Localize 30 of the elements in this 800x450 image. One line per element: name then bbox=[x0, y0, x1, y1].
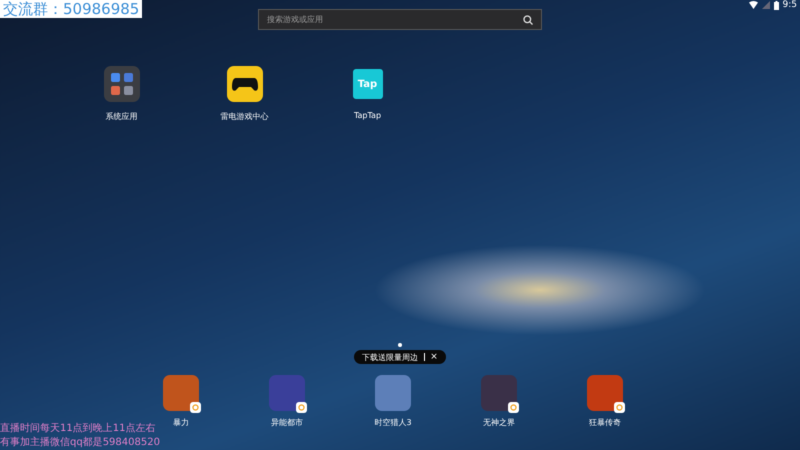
app-label: 系统应用 bbox=[106, 111, 138, 122]
badge-icon bbox=[614, 402, 625, 413]
app-label: 无神之界 bbox=[483, 417, 515, 428]
battery-icon bbox=[774, 0, 779, 10]
badge-icon bbox=[508, 402, 519, 413]
app-label: 雷电游戏中心 bbox=[220, 111, 268, 122]
game-icon[interactable] bbox=[269, 375, 305, 411]
game-icon[interactable] bbox=[163, 375, 199, 411]
close-button[interactable]: × bbox=[424, 353, 438, 361]
folder-icon[interactable] bbox=[104, 66, 140, 102]
app-label: TapTap bbox=[354, 111, 382, 120]
promo-text: 下载送限量周边 bbox=[362, 352, 418, 362]
app-label: 时空猎人3 bbox=[374, 417, 412, 428]
game-icon[interactable] bbox=[481, 375, 517, 411]
wifi-icon bbox=[748, 1, 758, 9]
page-dot[interactable] bbox=[398, 343, 402, 347]
notice-text: 有事加主播微信qq都是598408520 bbox=[0, 436, 160, 450]
group-number-text: 交流群：50986985 bbox=[0, 0, 142, 18]
app-label: 暴力 bbox=[173, 417, 189, 428]
app-label: 狂暴传奇 bbox=[589, 417, 621, 428]
search-icon bbox=[523, 14, 533, 24]
badge-icon bbox=[190, 402, 201, 413]
status-time: 9:5 bbox=[782, 0, 797, 10]
notice-text: 直播时间每天11点到晚上11点左右 bbox=[0, 422, 156, 436]
game-icon[interactable] bbox=[587, 375, 623, 411]
search-field[interactable]: 搜索游戏或应用 bbox=[258, 9, 542, 30]
gamepad-icon[interactable] bbox=[226, 66, 262, 102]
app-label: 异能都市 bbox=[271, 417, 303, 428]
signal-icon bbox=[762, 1, 770, 9]
badge-icon bbox=[296, 402, 307, 413]
